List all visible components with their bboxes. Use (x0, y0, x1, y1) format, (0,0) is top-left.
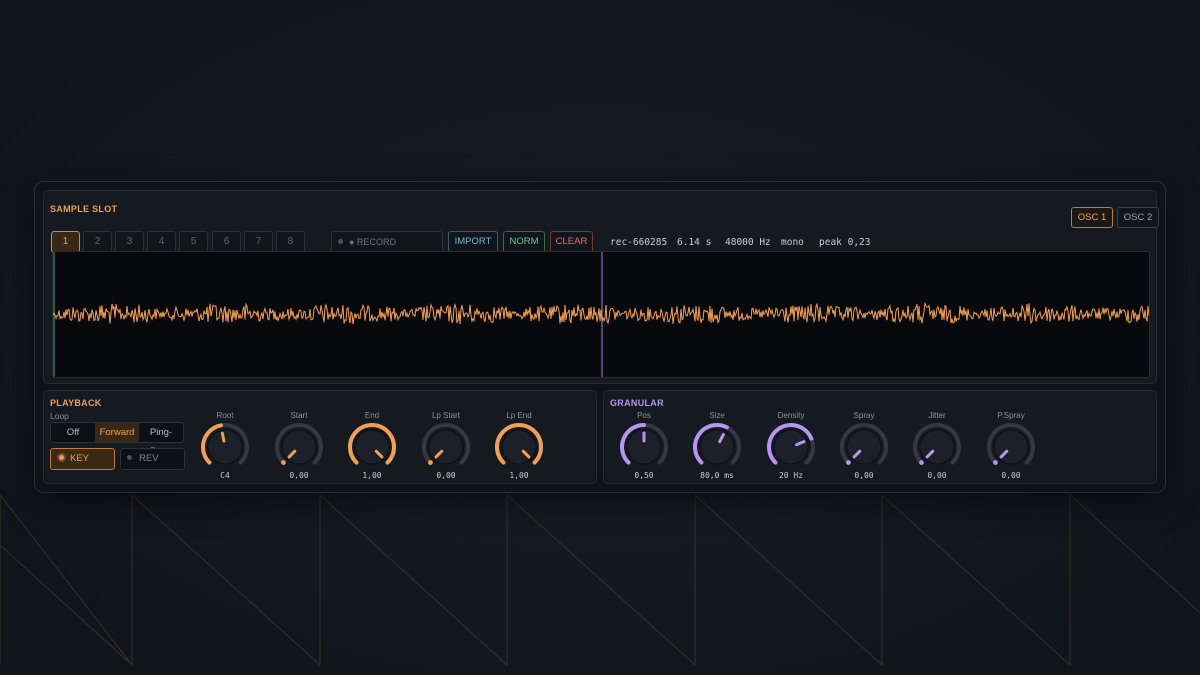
record-dot-icon (338, 239, 343, 244)
granular-section: GRANULAR Pos 0,50 Size 80,0 ms Density 20 Hz S… (603, 390, 1157, 484)
granular-knob-spray[interactable]: Spray 0,00 (834, 411, 894, 481)
slot-button-4[interactable]: 4 (147, 231, 176, 253)
normalize-button[interactable]: NORM (503, 231, 545, 253)
tab-osc-1[interactable]: OSC 1 (1071, 207, 1113, 228)
knob-label: Root (216, 411, 234, 420)
knob-value: 0,50 (634, 471, 654, 480)
slot-button-8[interactable]: 8 (276, 231, 305, 253)
knob-dial-icon (840, 423, 888, 465)
slot-button-7[interactable]: 7 (244, 231, 273, 253)
knob-label: Start (290, 411, 308, 420)
import-button[interactable]: IMPORT (448, 231, 498, 253)
loop-mode-selector: Off Forward Ping-Pong (50, 422, 184, 457)
key-indicator-icon (57, 453, 66, 462)
knob-label: End (364, 411, 380, 420)
knob-dial-icon (767, 423, 815, 465)
slot-button-1[interactable]: 1 (51, 231, 80, 253)
playback-knob-end[interactable]: End 1,00 (342, 411, 402, 481)
playback-knob-start[interactable]: Start 0,00 (269, 411, 329, 481)
slot-button-6[interactable]: 6 (212, 231, 241, 253)
knob-label: Spray (853, 411, 875, 420)
reverse-toggle[interactable]: REV (120, 448, 185, 470)
knob-value: 0,00 (927, 471, 947, 480)
sample-rate: 48000 Hz (725, 237, 771, 248)
slot-button-5[interactable]: 5 (179, 231, 208, 253)
loop-option-forward[interactable]: Forward (95, 423, 139, 442)
knob-dial-icon (987, 423, 1035, 465)
key-toggle[interactable]: KEY (50, 448, 115, 470)
sampler-panel: SAMPLE SLOT 12345678 ● RECORD IMPORT NOR… (34, 181, 1166, 493)
playback-title: PLAYBACK (50, 398, 102, 408)
playback-knob-root[interactable]: Root C4 (195, 411, 255, 481)
waveform-canvas (53, 252, 1149, 377)
clear-button[interactable]: CLEAR (550, 231, 593, 253)
rev-indicator-icon (127, 455, 132, 460)
granular-title: GRANULAR (610, 398, 664, 408)
knob-value: 0,00 (436, 471, 456, 480)
knob-label: Lp End (506, 411, 532, 420)
sample-peak: peak 0,23 (819, 237, 871, 248)
waveform-display[interactable] (52, 251, 1150, 378)
sample-duration: 6.14 s (677, 237, 712, 248)
knob-value: 80,0 ms (700, 471, 734, 480)
playback-knob-lp-end[interactable]: Lp End 1,00 (489, 411, 549, 481)
knob-dial-icon (913, 423, 961, 465)
knob-value: 0,00 (289, 471, 309, 480)
granular-knob-density[interactable]: Density 20 Hz (761, 411, 821, 481)
record-button[interactable]: ● RECORD (331, 231, 443, 253)
sample-slot-section: SAMPLE SLOT 12345678 ● RECORD IMPORT NOR… (43, 190, 1159, 384)
granular-knob-p-spray[interactable]: P.Spray 0,00 (981, 411, 1041, 481)
slot-button-2[interactable]: 2 (83, 231, 112, 253)
knob-label: P.Spray (997, 411, 1025, 420)
sample-channels: mono (781, 237, 804, 248)
knob-label: Size (709, 411, 725, 420)
knob-value: 20 Hz (778, 471, 804, 480)
sample-slot-title: SAMPLE SLOT (50, 204, 118, 214)
knob-value: 1,00 (509, 471, 529, 480)
loop-option-ping-pong[interactable]: Ping-Pong (139, 423, 183, 457)
loop-option-off[interactable]: Off (51, 423, 95, 442)
knob-value: 0,00 (854, 471, 874, 480)
knob-dial-icon (275, 423, 323, 465)
slot-button-3[interactable]: 3 (115, 231, 144, 253)
knob-dial-icon (422, 423, 470, 465)
knob-label: Pos (637, 411, 651, 420)
granular-knob-jitter[interactable]: Jitter 0,00 (907, 411, 967, 481)
knob-dial-icon (201, 423, 249, 465)
knob-label: Density (777, 411, 805, 420)
knob-value: 0,00 (1001, 471, 1021, 480)
knob-value: C4 (220, 471, 230, 480)
granular-knob-pos[interactable]: Pos 0,50 (614, 411, 674, 481)
playback-knob-lp-start[interactable]: Lp Start 0,00 (416, 411, 476, 481)
tab-osc-2[interactable]: OSC 2 (1117, 207, 1159, 228)
knob-label: Lp Start (431, 411, 460, 420)
knob-dial-icon (693, 423, 741, 465)
knob-dial-icon (620, 423, 668, 465)
sample-name: rec-660285 (610, 237, 668, 248)
knob-dial-icon (495, 423, 543, 465)
knob-label: Jitter (928, 411, 946, 420)
granular-knob-size[interactable]: Size 80,0 ms (687, 411, 747, 481)
playback-section: PLAYBACK Loop Off Forward Ping-Pong KEY … (43, 390, 597, 484)
knob-value: 1,00 (362, 471, 382, 480)
knob-dial-icon (348, 423, 396, 465)
loop-label: Loop (50, 411, 69, 421)
